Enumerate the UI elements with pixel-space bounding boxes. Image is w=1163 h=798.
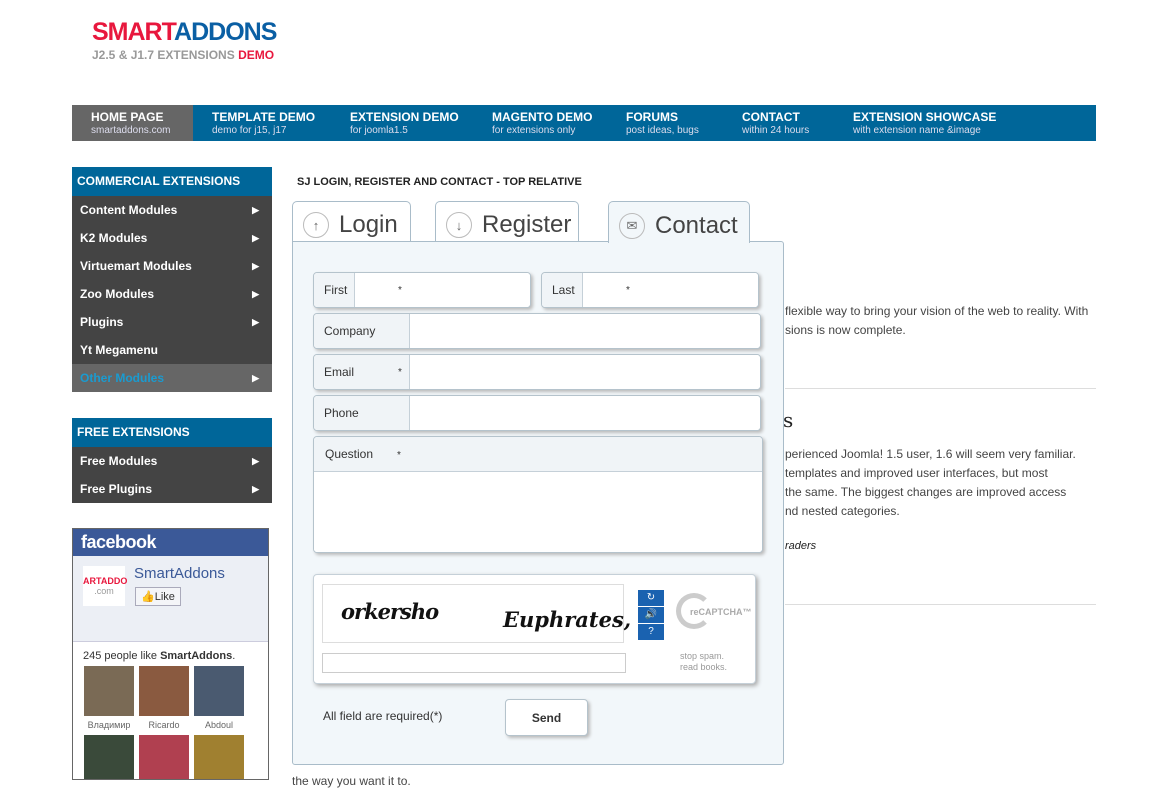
arrow-right-icon: ▶ bbox=[252, 484, 259, 494]
sidebar-item-selected[interactable]: Other Modules ▶ bbox=[72, 364, 272, 392]
nav-contact[interactable]: CONTACT within 24 hours bbox=[723, 105, 834, 141]
main-nav: HOME PAGE smartaddons.com TEMPLATE DEMO de… bbox=[72, 105, 1096, 141]
required-note: All field are required(*) bbox=[323, 709, 443, 723]
arrow-right-icon: ▶ bbox=[252, 289, 259, 299]
article-text: perienced Joomla! 1.5 user, 1.6 will see… bbox=[785, 447, 1076, 461]
contact-panel: First name* Last name* Company Email* Ph… bbox=[292, 241, 784, 765]
fan[interactable] bbox=[84, 735, 134, 779]
sidebar-commercial: COMMERCIAL EXTENSIONS Content Modules ▶ K… bbox=[72, 167, 272, 392]
sidebar-item[interactable]: Free Modules ▶ bbox=[72, 447, 272, 475]
nav-extension-showcase[interactable]: EXTENSION SHOWCASE with extension name &i… bbox=[834, 105, 1034, 141]
first-name-field: First name* bbox=[313, 272, 531, 308]
sidebar-free: FREE EXTENSIONS Free Modules ▶ Free Plugi… bbox=[72, 418, 272, 503]
page-logo[interactable]: ARTADDO .com bbox=[83, 566, 127, 606]
tab-register[interactable]: ↓ Register bbox=[435, 201, 579, 242]
arrow-right-icon: ▶ bbox=[252, 233, 259, 243]
article-text: templates and improved user interfaces, … bbox=[785, 466, 1048, 480]
fan[interactable]: Ricardo bbox=[139, 666, 189, 730]
arrow-right-icon: ▶ bbox=[252, 205, 259, 215]
nav-template-demo[interactable]: TEMPLATE DEMO demo for j15, j17 bbox=[193, 105, 331, 141]
sidebar-item[interactable]: Virtuemart Modules ▶ bbox=[72, 252, 272, 280]
thumbs-up-icon: 👍 bbox=[141, 591, 155, 603]
article-text: sions is now complete. bbox=[785, 323, 906, 337]
phone-input[interactable] bbox=[410, 396, 760, 430]
page-name[interactable]: SmartAddons bbox=[134, 565, 225, 582]
phone-field: Phone bbox=[313, 395, 761, 431]
tab-contact[interactable]: ✉ Contact bbox=[608, 201, 750, 243]
send-button[interactable]: Send bbox=[505, 699, 588, 736]
arrow-up-icon: ↑ bbox=[303, 212, 329, 238]
logo[interactable]: SMARTADDONS bbox=[92, 18, 277, 47]
tab-login[interactable]: ↑ Login bbox=[292, 201, 411, 242]
help-icon[interactable]: ? bbox=[638, 624, 664, 640]
last-name-input[interactable] bbox=[583, 273, 758, 307]
fan[interactable] bbox=[194, 735, 244, 779]
like-count: 245 people like SmartAddons. bbox=[83, 650, 236, 662]
sidebar-item[interactable]: Content Modules ▶ bbox=[72, 196, 272, 224]
arrow-right-icon: ▶ bbox=[252, 456, 259, 466]
nav-magento-demo[interactable]: MAGENTO DEMO for extensions only bbox=[473, 105, 607, 141]
recaptcha-logo: reCAPTCHA™ bbox=[676, 593, 752, 633]
envelope-icon: ✉ bbox=[619, 212, 645, 239]
facebook-like-box: facebook ARTADDO .com SmartAddons 👍Like 2… bbox=[72, 528, 269, 780]
module-title: SJ LOGIN, REGISTER AND CONTACT - TOP REL… bbox=[297, 176, 582, 188]
fan[interactable]: Abdoul bbox=[194, 666, 244, 730]
sidebar-item[interactable]: Yt Megamenu bbox=[72, 336, 272, 364]
refresh-icon[interactable]: ↻ bbox=[638, 590, 664, 606]
email-input[interactable] bbox=[410, 355, 760, 389]
fan[interactable]: Владимир bbox=[84, 666, 134, 730]
nav-home[interactable]: HOME PAGE smartaddons.com bbox=[72, 105, 193, 141]
company-input[interactable] bbox=[410, 314, 760, 348]
arrow-right-icon: ▶ bbox=[252, 317, 259, 327]
question-field: Question * bbox=[313, 436, 763, 553]
recaptcha: orkersho Euphrates, ↻ 🔊? reCAPTCHA™ stop s… bbox=[313, 574, 756, 684]
company-field: Company bbox=[313, 313, 761, 349]
question-textarea[interactable] bbox=[314, 472, 762, 552]
sidebar-item[interactable]: K2 Modules ▶ bbox=[72, 224, 272, 252]
last-name-field: Last name* bbox=[541, 272, 759, 308]
article-heading: s bbox=[783, 408, 794, 432]
sidebar-item[interactable]: Plugins ▶ bbox=[72, 308, 272, 336]
facebook-logo: facebook bbox=[73, 529, 268, 556]
article-text: the way you want it to. bbox=[292, 774, 411, 788]
sidebar-heading: FREE EXTENSIONS bbox=[72, 418, 272, 447]
logo-tagline: J2.5 & J1.7 EXTENSIONS DEMO bbox=[92, 48, 275, 62]
arrow-down-icon: ↓ bbox=[446, 212, 472, 238]
captcha-input[interactable] bbox=[322, 653, 626, 673]
sidebar-heading: COMMERCIAL EXTENSIONS bbox=[72, 167, 272, 196]
article-text: nd nested categories. bbox=[785, 504, 900, 518]
fan[interactable] bbox=[139, 735, 189, 779]
captcha-image: orkersho Euphrates, bbox=[322, 584, 631, 643]
nav-forums[interactable]: FORUMS post ideas, bugs bbox=[607, 105, 723, 141]
article-text: the same. The biggest changes are improv… bbox=[785, 485, 1067, 499]
article-text: flexible way to bring your vision of the… bbox=[785, 304, 1089, 318]
sidebar-item[interactable]: Free Plugins ▶ bbox=[72, 475, 272, 503]
first-name-input[interactable] bbox=[355, 273, 530, 307]
nav-extension-demo[interactable]: EXTENSION DEMO for joomla1.5 bbox=[331, 105, 473, 141]
article-text: raders bbox=[785, 540, 817, 552]
sidebar-item[interactable]: Zoo Modules ▶ bbox=[72, 280, 272, 308]
like-button[interactable]: 👍Like bbox=[135, 587, 181, 606]
email-field: Email * bbox=[313, 354, 761, 390]
arrow-right-icon: ▶ bbox=[252, 373, 259, 383]
arrow-right-icon: ▶ bbox=[252, 261, 259, 271]
audio-icon[interactable]: 🔊 bbox=[638, 607, 664, 623]
